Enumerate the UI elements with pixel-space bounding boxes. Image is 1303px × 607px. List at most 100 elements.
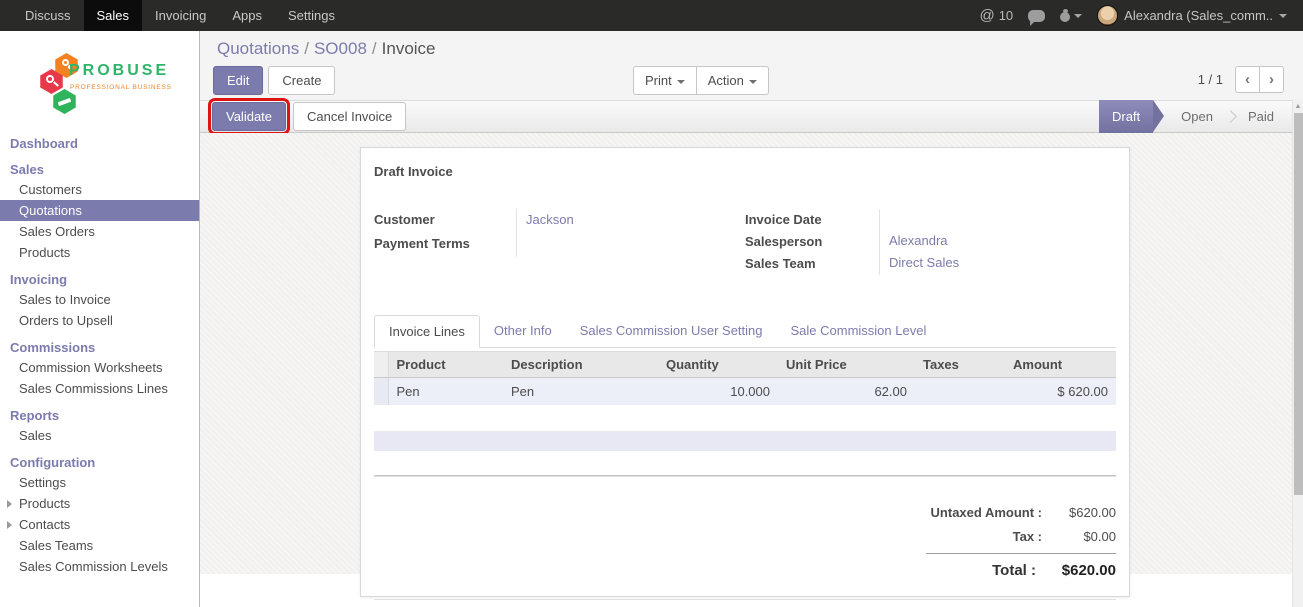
sidebar-item-orders-to-upsell[interactable]: Orders to Upsell xyxy=(0,310,199,331)
sidebar-item-sales-orders[interactable]: Sales Orders xyxy=(0,221,199,242)
empty-line-row xyxy=(374,431,1116,451)
menu-settings[interactable]: Settings xyxy=(275,0,348,31)
pager: 1 / 1 ‹ › xyxy=(1198,66,1284,93)
sidebar-item-products[interactable]: Products xyxy=(0,242,199,263)
sidebar: PROBUSE PROFESSIONAL BUSINESS Dashboard … xyxy=(0,31,200,607)
sidebar-nav: Dashboard Sales Customers Quotations Sal… xyxy=(0,134,199,577)
sidebar-heading-sales: Sales xyxy=(0,160,199,179)
menu-apps[interactable]: Apps xyxy=(219,0,275,31)
field-groups: Customer Jackson Payment Terms Invoice D… xyxy=(374,209,1116,281)
sheet-bottom-divider xyxy=(374,599,1116,600)
menu-sales[interactable]: Sales xyxy=(84,0,143,31)
salesperson-value[interactable]: Alexandra xyxy=(879,231,1080,253)
breadcrumb-separator: / xyxy=(299,39,314,58)
breadcrumb-separator: / xyxy=(367,39,382,58)
mentions-counter[interactable]: @ 10 xyxy=(979,7,1013,24)
tab-sale-commission-level[interactable]: Sale Commission Level xyxy=(777,315,941,347)
statusbar: Validate Cancel Invoice Draft Open Paid xyxy=(200,100,1303,133)
vertical-scrollbar[interactable]: ▲ xyxy=(1292,100,1303,607)
tab-other-info[interactable]: Other Info xyxy=(480,315,566,347)
invoice-lines-table: Product Description Quantity Unit Price … xyxy=(374,351,1116,405)
total-label: Total : xyxy=(926,562,1036,579)
mention-count: 10 xyxy=(999,8,1013,23)
breadcrumb-so008[interactable]: SO008 xyxy=(314,39,367,58)
tax-label: Tax : xyxy=(926,529,1042,544)
sidebar-item-reports-sales[interactable]: Sales xyxy=(0,425,199,446)
pager-next-button[interactable]: › xyxy=(1259,66,1284,93)
invoice-date-value xyxy=(879,209,1080,231)
chevron-down-icon xyxy=(749,80,757,84)
create-button[interactable]: Create xyxy=(268,66,335,95)
cancel-invoice-button[interactable]: Cancel Invoice xyxy=(293,102,406,131)
sidebar-item-sales-commission-levels[interactable]: Sales Commission Levels xyxy=(0,556,199,577)
invoice-date-label: Invoice Date xyxy=(745,209,879,231)
scrollbar-thumb[interactable] xyxy=(1294,113,1303,495)
company-logo[interactable]: PROBUSE PROFESSIONAL BUSINESS xyxy=(0,41,199,127)
sidebar-item-settings[interactable]: Settings xyxy=(0,472,199,493)
breadcrumb-quotations[interactable]: Quotations xyxy=(217,39,299,58)
table-row[interactable]: Pen Pen 10.000 62.00 $ 620.00 xyxy=(374,378,1116,406)
chevron-down-icon xyxy=(1279,14,1287,18)
status-steps: Draft Open Paid xyxy=(1099,100,1290,133)
user-menu[interactable]: Alexandra (Sales_comm.. xyxy=(1097,5,1287,26)
sidebar-item-config-products[interactable]: Products xyxy=(0,493,199,514)
col-product: Product xyxy=(388,352,503,378)
chevron-right-icon xyxy=(7,500,12,508)
sidebar-item-commission-worksheets[interactable]: Commission Worksheets xyxy=(0,357,199,378)
untaxed-amount-value: $620.00 xyxy=(1042,505,1116,520)
cell-taxes xyxy=(915,378,1005,406)
col-quantity: Quantity xyxy=(658,352,778,378)
chevron-right-icon xyxy=(7,521,12,529)
sales-team-label: Sales Team xyxy=(745,253,879,275)
sidebar-heading-reports: Reports xyxy=(0,406,199,425)
at-icon: @ xyxy=(979,7,994,24)
sidebar-item-quotations[interactable]: Quotations xyxy=(0,200,199,221)
field-group-left: Customer Jackson Payment Terms xyxy=(374,209,745,281)
messages-icon[interactable] xyxy=(1028,10,1045,22)
table-header-row: Product Description Quantity Unit Price … xyxy=(374,352,1116,378)
breadcrumb: Quotations/SO008/Invoice xyxy=(217,39,436,59)
cell-product: Pen xyxy=(388,378,503,406)
sidebar-item-sales-teams[interactable]: Sales Teams xyxy=(0,535,199,556)
sidebar-item-customers[interactable]: Customers xyxy=(0,179,199,200)
print-dropdown-button[interactable]: Print xyxy=(633,66,697,95)
cell-amount: $ 620.00 xyxy=(1005,378,1116,406)
col-description: Description xyxy=(503,352,658,378)
tab-invoice-lines[interactable]: Invoice Lines xyxy=(374,315,480,348)
app-menus: Discuss Sales Invoicing Apps Settings xyxy=(0,0,348,31)
field-group-right: Invoice Date Salesperson Alexandra Sales… xyxy=(745,209,1116,281)
status-step-draft: Draft xyxy=(1099,100,1153,133)
status-step-open: Open xyxy=(1165,100,1229,133)
tab-sales-commission-user-setting[interactable]: Sales Commission User Setting xyxy=(566,315,777,347)
pager-text: 1 / 1 xyxy=(1198,72,1223,87)
pager-previous-button[interactable]: ‹ xyxy=(1235,66,1260,93)
main-content: Quotations/SO008/Invoice Edit Create Pri… xyxy=(200,31,1303,607)
scroll-up-icon[interactable]: ▲ xyxy=(1293,100,1303,113)
sidebar-item-sales-commissions-lines[interactable]: Sales Commissions Lines xyxy=(0,378,199,399)
untaxed-amount-label: Untaxed Amount : xyxy=(926,505,1042,520)
sidebar-heading-configuration: Configuration xyxy=(0,453,199,472)
sidebar-heading-commissions: Commissions xyxy=(0,338,199,357)
chevron-down-icon xyxy=(1074,14,1082,18)
status-step-paid: Paid xyxy=(1232,100,1290,133)
sidebar-item-label: Products xyxy=(19,496,70,511)
tax-value: $0.00 xyxy=(1042,529,1116,544)
totals-block: Untaxed Amount : $620.00 Tax : $0.00 Tot… xyxy=(926,505,1116,579)
customer-value[interactable]: Jackson xyxy=(516,209,709,233)
debug-menu[interactable] xyxy=(1060,9,1082,22)
action-dropdown-button[interactable]: Action xyxy=(696,66,769,95)
user-name: Alexandra (Sales_comm.. xyxy=(1124,8,1273,23)
invoice-state-title: Draft Invoice xyxy=(374,164,1116,179)
sidebar-item-sales-to-invoice[interactable]: Sales to Invoice xyxy=(0,289,199,310)
validate-button[interactable]: Validate xyxy=(212,102,286,131)
edit-button[interactable]: Edit xyxy=(213,66,263,95)
sidebar-heading-dashboard: Dashboard xyxy=(0,134,199,153)
total-separator xyxy=(926,553,1116,554)
sidebar-item-config-contacts[interactable]: Contacts xyxy=(0,514,199,535)
menu-discuss[interactable]: Discuss xyxy=(12,0,84,31)
menu-invoicing[interactable]: Invoicing xyxy=(142,0,219,31)
sales-team-value[interactable]: Direct Sales xyxy=(879,253,1080,275)
bug-icon xyxy=(1060,9,1070,22)
control-panel: Quotations/SO008/Invoice Edit Create Pri… xyxy=(200,31,1303,100)
col-amount: Amount xyxy=(1005,352,1116,378)
